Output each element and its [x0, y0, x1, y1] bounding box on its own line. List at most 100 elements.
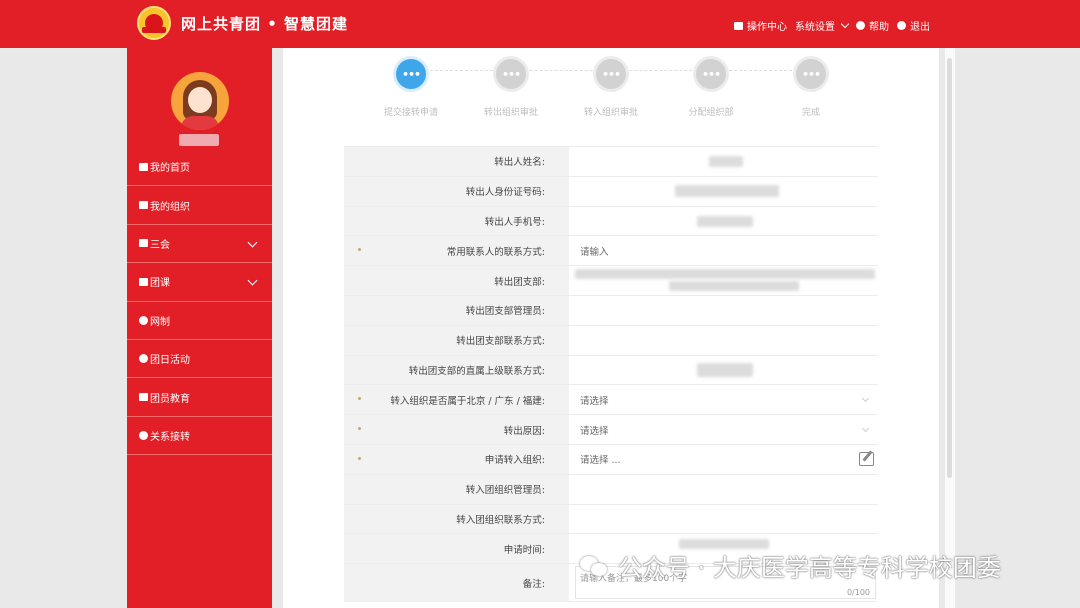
out-branch-contact-value: [569, 326, 878, 355]
top-menu-system-settings[interactable]: 系统设置: [795, 18, 850, 33]
chevron-down-icon: [247, 275, 258, 286]
step-label: 转入组织审批: [583, 108, 639, 118]
avatar[interactable]: [171, 72, 229, 130]
required-marker: [358, 248, 361, 252]
watermark: 公众号 · 大庆医学高等专科学校团委: [580, 548, 1001, 583]
graduation-cap-icon: [139, 393, 148, 402]
top-header: 网上共青团 • 智慧团建 操作中心 系统设置 帮助 退出: [0, 0, 1080, 48]
sidebar-item-label: 关系接转: [150, 431, 190, 443]
form-row-superior-contact: 转出团支部的直属上级联系方式:: [344, 355, 878, 386]
field-label: 申请时间:: [344, 534, 569, 564]
form-row-target-org: 申请转入组织: 请选择 ...: [344, 444, 878, 475]
main-panel: ••• ••• ••• ••• ••• 提交接转申请 转出组织审批 转入组织审批…: [283, 48, 939, 608]
username-blurred: [179, 134, 219, 146]
required-marker: [358, 397, 361, 401]
top-menu: 操作中心 系统设置 帮助 退出: [734, 18, 930, 33]
target-icon: [139, 315, 148, 325]
sidebar-nav: 我的首页 我的组织 三会 团课 网制 团日活动 团员教育 关系接转: [127, 148, 272, 456]
sidebar-item-label: 我的首页: [150, 163, 190, 175]
field-label: 转入组织是否属于北京 / 广东 / 福建:: [344, 385, 569, 415]
required-marker: [358, 456, 361, 460]
step-5-indicator: •••: [793, 56, 829, 92]
step-label: 完成: [801, 108, 821, 118]
sidebar-item-league-day[interactable]: 团日活动: [127, 340, 272, 379]
field-label: 转出团支部:: [344, 266, 569, 295]
field-label: 转出原因:: [344, 415, 569, 444]
app-title: 网上共青团 • 智慧团建: [181, 15, 349, 33]
field-label: 转出人姓名:: [344, 147, 569, 176]
edit-icon[interactable]: [859, 451, 874, 466]
top-menu-operation-center[interactable]: 操作中心: [734, 18, 787, 33]
scrollbar-thumb[interactable]: [947, 58, 952, 478]
sidebar-item-label: 团日活动: [150, 355, 190, 367]
top-menu-logout[interactable]: 退出: [897, 18, 930, 33]
chevron-down-icon: [840, 19, 850, 29]
id-number-value: [569, 177, 878, 206]
chevron-down-icon: [861, 395, 870, 403]
field-label: 转入团组织管理员:: [344, 474, 569, 504]
top-menu-label: 系统设置: [795, 22, 835, 33]
sidebar-item-member-education[interactable]: 团员教育: [127, 378, 272, 417]
char-counter: 0/100: [846, 588, 870, 598]
refresh-icon: [139, 430, 148, 440]
form-row-out-branch-contact: 转出团支部联系方式:: [344, 325, 878, 356]
top-menu-label: 退出: [910, 22, 930, 33]
superior-contact-value: [569, 356, 878, 385]
chevron-down-icon: [861, 425, 870, 433]
target-org-picker[interactable]: 请选择 ...: [569, 445, 878, 474]
form-row-in-admin: 转入团组织管理员:: [344, 474, 878, 505]
field-label: 转出人身份证号码:: [344, 176, 569, 206]
sidebar-item-network-system[interactable]: 网制: [127, 302, 272, 340]
sidebar-item-label: 网制: [150, 316, 170, 328]
power-icon: [897, 21, 906, 30]
step-label: 提交接转申请: [383, 108, 439, 118]
form-row-in-contact: 转入团组织联系方式:: [344, 504, 878, 535]
step-3-indicator: •••: [593, 56, 629, 92]
region-select[interactable]: 请选择: [569, 385, 878, 414]
field-label: 转出人手机号:: [344, 206, 569, 236]
field-label: 转出团支部管理员:: [344, 295, 569, 325]
sidebar-item-label: 我的组织: [150, 201, 190, 213]
step-label: 转出组织审批: [483, 108, 539, 118]
out-branch-value: [569, 266, 878, 295]
group-icon: [139, 201, 148, 210]
chevron-down-icon: [247, 237, 258, 248]
field-label: 转出团支部联系方式:: [344, 325, 569, 355]
in-contact-value: [569, 505, 878, 534]
required-marker: [358, 427, 361, 431]
sidebar-item-label: 团课: [150, 278, 170, 290]
field-label: 常用联系人的联系方式:: [344, 236, 569, 266]
field-label: 申请转入组织:: [344, 444, 569, 474]
sidebar-item-league-course[interactable]: 团课: [127, 263, 272, 302]
sidebar-item-label: 团员教育: [150, 393, 190, 405]
field-label: 转出团支部的直属上级联系方式:: [344, 355, 569, 385]
recycle-icon: [139, 354, 148, 364]
folder-icon: [139, 277, 148, 286]
top-menu-help[interactable]: 帮助: [856, 18, 889, 33]
step-label: 分配组织部: [688, 108, 734, 118]
scrollbar[interactable]: [945, 48, 955, 608]
help-icon: [856, 21, 865, 30]
watermark-text: 公众号 · 大庆医学高等专科学校团委: [618, 554, 1001, 582]
reason-select[interactable]: 请选择: [569, 415, 878, 444]
in-admin-value: [569, 475, 878, 504]
field-label: 备注:: [344, 564, 569, 602]
form-row-transferor-name: 转出人姓名:: [344, 147, 878, 177]
form-row-region-select: 转入组织是否属于北京 / 广东 / 福建: 请选择: [344, 385, 878, 416]
form-row-phone: 转出人手机号:: [344, 206, 878, 237]
youth-league-logo-icon: [137, 6, 171, 40]
sidebar-item-three-meetings[interactable]: 三会: [127, 225, 272, 264]
phone-value: [569, 207, 878, 236]
sidebar-item-home[interactable]: 我的首页: [127, 148, 272, 187]
checkbox-icon: [139, 239, 148, 248]
form-row-out-branch-admin: 转出团支部管理员:: [344, 295, 878, 326]
sidebar-item-my-organization[interactable]: 我的组织: [127, 186, 272, 225]
step-4-indicator: •••: [693, 56, 729, 92]
form-row-reason-select: 转出原因: 请选择: [344, 415, 878, 445]
top-menu-label: 操作中心: [747, 22, 787, 33]
sidebar-item-relation-transfer[interactable]: 关系接转: [127, 417, 272, 456]
sidebar-item-label: 三会: [150, 239, 170, 251]
contact-input[interactable]: 请输入: [569, 236, 878, 265]
form-row-out-branch: 转出团支部:: [344, 266, 878, 296]
sidebar: 我的首页 我的组织 三会 团课 网制 团日活动 团员教育 关系接转: [127, 48, 272, 608]
